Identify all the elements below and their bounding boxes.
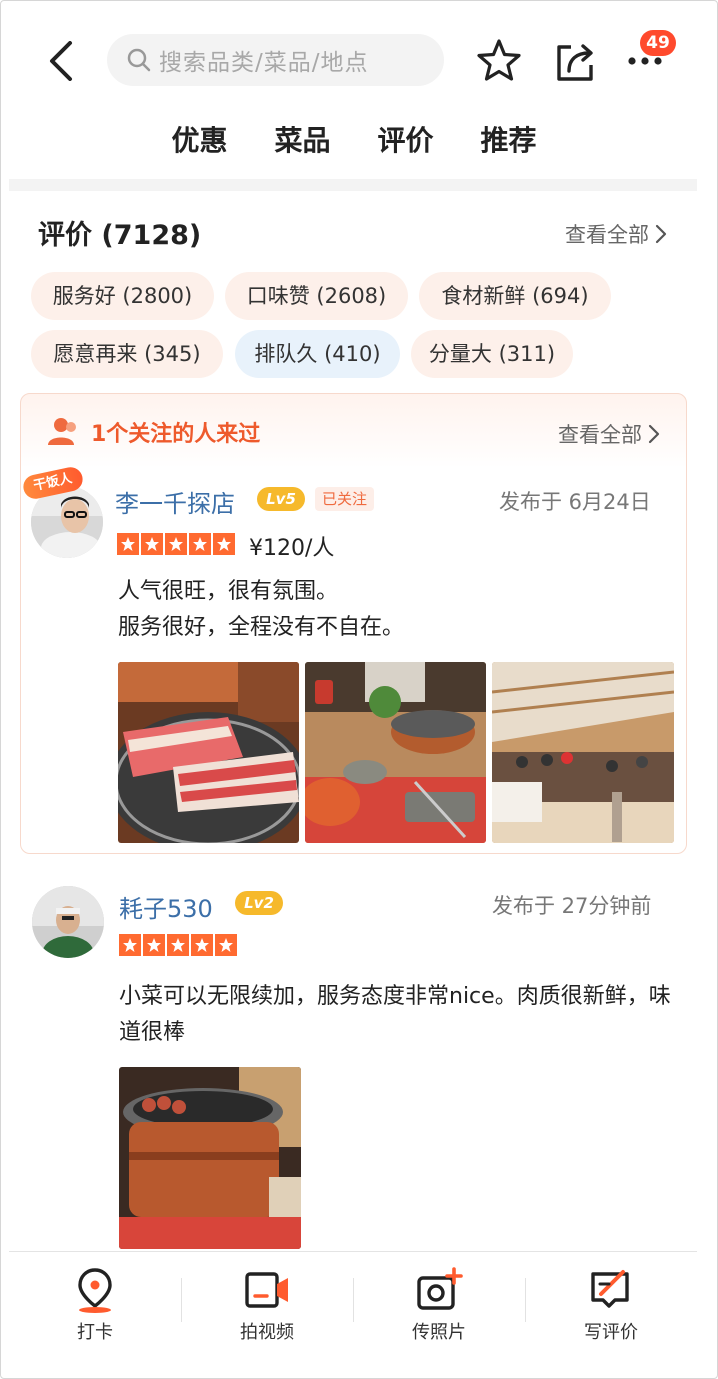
followed-view-all[interactable]: 查看全部 bbox=[558, 419, 660, 449]
chevron-right-icon bbox=[655, 224, 667, 244]
tag-chip[interactable]: 愿意再来 (345) bbox=[31, 330, 223, 378]
hotpot-table-photo bbox=[305, 662, 486, 843]
tag-chip[interactable]: 分量大 (311) bbox=[411, 330, 573, 378]
location-pin-icon bbox=[78, 1268, 112, 1313]
section-tabs: 优惠 菜品 评价 推荐 bbox=[11, 101, 697, 179]
search-input[interactable]: 搜索品类/菜品/地点 bbox=[107, 34, 444, 86]
tag-chip[interactable]: 服务好 (2800) bbox=[31, 272, 214, 320]
rating-star-icon bbox=[141, 533, 163, 555]
section-divider bbox=[9, 179, 697, 191]
person-icon bbox=[48, 418, 76, 445]
followed-visitors-header[interactable]: 1个关注的人来过 bbox=[47, 416, 260, 448]
star-rating bbox=[119, 934, 237, 956]
star-rating bbox=[117, 533, 235, 555]
rating-star-icon bbox=[213, 533, 235, 555]
review-photo[interactable] bbox=[305, 662, 486, 843]
video-camera-icon bbox=[245, 1272, 288, 1308]
view-all-label: 查看全部 bbox=[565, 223, 649, 247]
tab-reviews[interactable]: 评价 bbox=[378, 123, 434, 159]
back-arrow-icon bbox=[50, 41, 72, 81]
restaurant-interior-photo bbox=[492, 662, 674, 843]
rating-star-icon bbox=[191, 934, 213, 956]
search-icon bbox=[127, 48, 151, 72]
favorite-button[interactable] bbox=[475, 37, 523, 85]
rating-star-icon bbox=[189, 533, 211, 555]
publish-time: 发布于 6月24日 bbox=[499, 490, 651, 514]
chevron-right-icon bbox=[648, 424, 660, 444]
rating-star-icon bbox=[165, 533, 187, 555]
reviews-view-all[interactable]: 查看全部 bbox=[565, 219, 667, 249]
publish-time: 发布于 27分钟前 bbox=[492, 894, 652, 918]
charcoal-grill-photo bbox=[119, 1067, 301, 1249]
tab-dishes[interactable]: 菜品 bbox=[272, 123, 333, 161]
app-screen: 搜索品类/菜品/地点 49 优惠 菜品 评价 推荐 评价 (7128) 查看全部… bbox=[0, 0, 718, 1379]
rating-star-icon bbox=[119, 934, 141, 956]
reviews-title: 评价 (7128) bbox=[38, 220, 202, 251]
bottom-action-bar: 打卡 拍视频 传照片 写评价 bbox=[9, 1252, 697, 1378]
review-text-line: 服务很好，全程没有不自在。 bbox=[118, 615, 405, 640]
user-avatar-image bbox=[32, 886, 104, 958]
shoot-video-button[interactable]: 拍视频 bbox=[181, 1252, 353, 1378]
upload-photo-button[interactable]: 传照片 bbox=[353, 1252, 525, 1378]
user-level-badge: Lv2 bbox=[235, 891, 283, 915]
tab-recommend[interactable]: 推荐 bbox=[481, 123, 537, 159]
review-text-line: 人气很旺，很有氛围。 bbox=[118, 579, 339, 604]
tag-chip[interactable]: 食材新鲜 (694) bbox=[419, 272, 611, 320]
review-photo[interactable] bbox=[118, 662, 299, 843]
followed-review-card: 1个关注的人来过 查看全部 干饭人 李一千探店 Lv5 已关注 发布于 6月24… bbox=[20, 393, 687, 854]
followed-visitors-text: 1个关注的人来过 bbox=[91, 422, 261, 447]
followed-tag: 已关注 bbox=[315, 487, 375, 511]
share-icon bbox=[557, 44, 593, 81]
check-in-button[interactable]: 打卡 bbox=[9, 1252, 181, 1378]
tag-chip[interactable]: 口味赞 (2608) bbox=[225, 272, 408, 320]
rating-star-icon bbox=[215, 934, 237, 956]
avatar[interactable] bbox=[32, 886, 104, 958]
write-review-icon bbox=[591, 1270, 629, 1308]
share-button[interactable] bbox=[551, 37, 599, 85]
reviewer-name[interactable]: 耗子530 bbox=[119, 889, 213, 924]
view-all-label: 查看全部 bbox=[558, 423, 642, 447]
write-review-button[interactable]: 写评价 bbox=[525, 1252, 697, 1378]
notification-badge: 49 bbox=[640, 30, 676, 56]
shoot-video-label: 拍视频 bbox=[240, 1322, 294, 1343]
write-review-label: 写评价 bbox=[584, 1322, 638, 1343]
rating-star-icon bbox=[117, 533, 139, 555]
rating-star-icon bbox=[167, 934, 189, 956]
reviewer-name[interactable]: 李一千探店 bbox=[115, 484, 235, 519]
tab-offers[interactable]: 优惠 bbox=[171, 123, 227, 159]
price-per-person: ¥120/人 bbox=[249, 536, 335, 561]
search-placeholder: 搜索品类/菜品/地点 bbox=[159, 50, 369, 76]
back-button[interactable] bbox=[41, 39, 81, 83]
check-in-label: 打卡 bbox=[77, 1322, 113, 1343]
tag-chip-negative[interactable]: 排队久 (410) bbox=[235, 330, 400, 378]
review-photo[interactable] bbox=[492, 662, 674, 843]
photo-upload-icon bbox=[417, 1267, 463, 1310]
grilled-pork-belly-photo bbox=[118, 662, 299, 843]
user-level-badge: Lv5 bbox=[257, 487, 305, 511]
upload-photo-label: 传照片 bbox=[412, 1322, 466, 1343]
star-icon bbox=[477, 39, 521, 81]
review-photo[interactable] bbox=[119, 1067, 301, 1249]
rating-star-icon bbox=[143, 934, 165, 956]
review-text: 小菜可以无限续加，服务态度非常nice。肉质很新鲜，味道很棒 bbox=[119, 984, 671, 1045]
